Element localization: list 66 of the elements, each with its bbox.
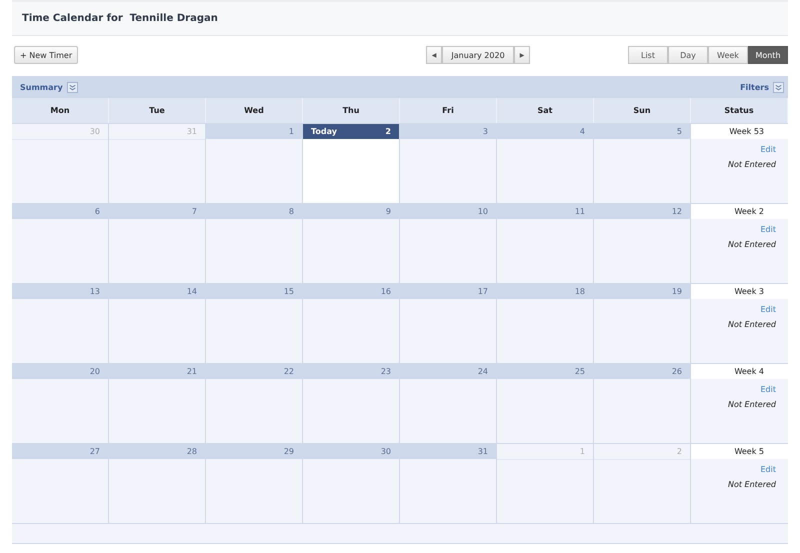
week-label: Week 2 (691, 204, 788, 219)
day-header[interactable]: 11 (497, 204, 593, 219)
edit-link[interactable]: Edit (760, 145, 776, 154)
week-label: Week 4 (691, 364, 788, 379)
day-header[interactable]: 25 (497, 364, 593, 379)
new-timer-button[interactable]: + New Timer (14, 46, 78, 64)
column-header: Status (691, 98, 788, 123)
page-title: Time Calendar for Tennille Dragan (22, 13, 218, 24)
day-header[interactable]: 4 (497, 124, 593, 139)
day-header[interactable]: 24 (400, 364, 496, 379)
day-header[interactable]: 5 (594, 124, 690, 139)
status-text: Not Entered (728, 480, 776, 489)
day-header[interactable]: 21 (109, 364, 205, 379)
day-header[interactable]: 7 (109, 204, 205, 219)
week-label: Week 3 (691, 284, 788, 299)
month-selector[interactable]: January 2020 (442, 46, 514, 64)
day-header[interactable]: 27 (12, 444, 108, 459)
status-text: Not Entered (728, 400, 776, 409)
view-tab[interactable]: Month (748, 46, 788, 64)
day-header[interactable]: 6 (12, 204, 108, 219)
day-header[interactable]: 1 (206, 124, 302, 139)
day-header[interactable]: 20 (12, 364, 108, 379)
status-text: Not Entered (728, 240, 776, 249)
column-header: Mon (12, 98, 109, 123)
view-tab[interactable]: Week (708, 46, 748, 64)
week-label: Week 5 (691, 444, 788, 459)
status-text: Not Entered (728, 320, 776, 329)
today-header[interactable]: Today 2 (303, 124, 399, 139)
today-cell[interactable] (303, 139, 399, 203)
edit-link[interactable]: Edit (760, 465, 776, 474)
edit-link[interactable]: Edit (760, 225, 776, 234)
summary-toggle[interactable]: Summary (20, 82, 63, 92)
column-header: Sat (497, 98, 594, 123)
day-header[interactable]: 8 (206, 204, 302, 219)
edit-link[interactable]: Edit (760, 305, 776, 314)
day-header[interactable]: 19 (594, 284, 690, 299)
day-header[interactable]: 23 (303, 364, 399, 379)
view-tab[interactable]: List (628, 46, 668, 64)
day-header[interactable]: 3 (400, 124, 496, 139)
column-header: Wed (206, 98, 303, 123)
expand-icon[interactable] (66, 82, 78, 92)
expand-icon[interactable] (773, 82, 784, 92)
day-header[interactable]: 30 (303, 444, 399, 459)
day-header[interactable]: 31 (400, 444, 496, 459)
day-header[interactable]: 9 (303, 204, 399, 219)
day-header[interactable]: 16 (303, 284, 399, 299)
day-header[interactable]: 29 (206, 444, 302, 459)
view-tab[interactable]: Day (668, 46, 708, 64)
edit-link[interactable]: Edit (760, 385, 776, 394)
week-label: Week 53 (691, 124, 788, 139)
day-header[interactable]: 12 (594, 204, 690, 219)
column-header: Tue (109, 98, 206, 123)
column-header: Fri (400, 98, 497, 123)
column-header: Thu (303, 98, 400, 123)
day-header[interactable]: 13 (12, 284, 108, 299)
day-header[interactable]: 26 (594, 364, 690, 379)
day-header[interactable]: 10 (400, 204, 496, 219)
column-header: Sun (594, 98, 691, 123)
day-header[interactable]: 22 (206, 364, 302, 379)
filters-toggle[interactable]: Filters (740, 82, 769, 92)
status-text: Not Entered (728, 160, 776, 169)
day-header[interactable]: 18 (497, 284, 593, 299)
day-header[interactable]: 14 (109, 284, 205, 299)
day-header[interactable]: 28 (109, 444, 205, 459)
day-header[interactable]: 15 (206, 284, 302, 299)
day-header[interactable]: 17 (400, 284, 496, 299)
